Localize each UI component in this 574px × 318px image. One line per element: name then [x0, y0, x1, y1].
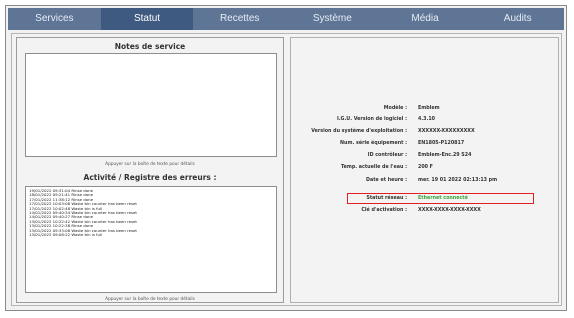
log-line: 13/01/2022 09:08:22 Waste bin is full	[29, 232, 103, 238]
status-value: XXXXXX-XXXXXXXXX	[418, 128, 475, 134]
notes-title: Notes de service	[114, 42, 186, 51]
tab-services[interactable]: Services	[8, 8, 101, 30]
status-row-controller: ID contrôleur : Emblem-Enc.29 S24	[291, 150, 558, 160]
notes-hint: Appuyer sur la boîte de texte pour détai…	[105, 162, 195, 167]
status-label: Temp. actuelle de l'eau :	[340, 164, 407, 170]
status-row-os: Version du système d'exploitation : XXXX…	[291, 126, 558, 136]
status-label: Date et heure :	[366, 177, 407, 183]
tab-recettes[interactable]: Recettes	[193, 8, 286, 30]
log-hint: Appuyer sur la boîte de texte pour détai…	[105, 297, 195, 302]
status-value: EN1805-P120817	[418, 140, 465, 146]
status-value: 200 F	[418, 164, 433, 170]
status-row-water-temp: Temp. actuelle de l'eau : 200 F	[291, 162, 558, 172]
status-value: mer. 19 01 2022 02:13:13 pm	[418, 177, 498, 183]
status-value: 4.3.10	[418, 116, 435, 122]
status-row-activation-key: Clé d'activation : XXXX-XXXX-XXXX-XXXX	[291, 205, 558, 215]
log-title: Activité / Registre des erreurs :	[83, 173, 217, 182]
status-label: Version du système d'exploitation :	[311, 128, 407, 134]
status-label: Num. série équipement :	[340, 140, 407, 146]
status-label: Clé d'activation :	[361, 207, 407, 213]
status-value: Emblem-Enc.29 S24	[418, 152, 472, 158]
status-label: Modèle :	[383, 105, 407, 111]
network-status-value: Ethernet connecté	[418, 195, 468, 201]
status-label: ID contrôleur :	[367, 152, 407, 158]
status-row-serial: Num. série équipement : EN1805-P120817	[291, 138, 558, 148]
status-row-software: I.G.U. Version de logiciel : 4.3.10	[291, 114, 558, 124]
tab-media[interactable]: Média	[379, 8, 472, 30]
left-panel: Notes de service Appuyer sur la boîte de…	[16, 37, 284, 303]
status-row-model: Modèle : Emblem	[291, 103, 558, 113]
status-value: XXXX-XXXX-XXXX-XXXX	[418, 207, 481, 213]
log-textbox[interactable]: 19/01/2022 09:31:04 Rinse done 18/01/202…	[25, 186, 277, 293]
notes-textbox[interactable]	[25, 53, 277, 157]
tab-systeme[interactable]: Système	[286, 8, 379, 30]
status-row-network: Statut réseau : Ethernet connecté	[291, 193, 558, 203]
tab-statut[interactable]: Statut	[100, 8, 194, 30]
top-nav: Services Statut Recettes Système Média A…	[8, 8, 564, 30]
status-value: Emblem	[418, 105, 440, 111]
status-label: I.G.U. Version de logiciel :	[336, 116, 407, 122]
tab-audits[interactable]: Audits	[471, 8, 564, 30]
status-panel: Modèle : Emblem I.G.U. Version de logici…	[290, 37, 559, 303]
status-label: Statut réseau :	[366, 195, 407, 201]
status-row-datetime: Date et heure : mer. 19 01 2022 02:13:13…	[291, 175, 558, 185]
